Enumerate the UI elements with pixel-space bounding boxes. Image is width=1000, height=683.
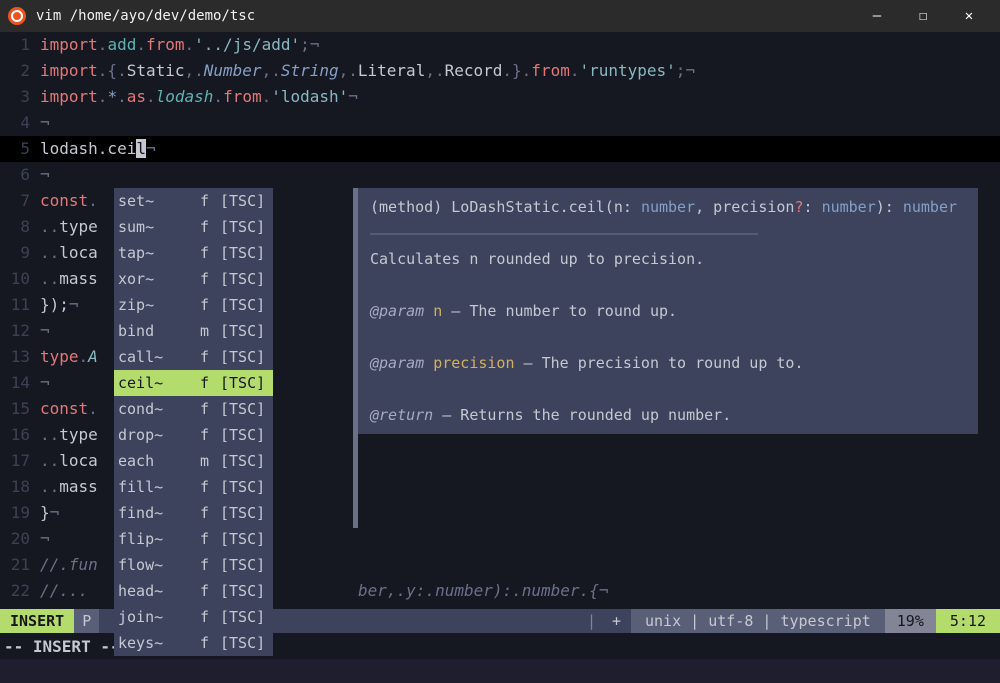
status-mode: INSERT (0, 609, 74, 633)
line-number: 18 (0, 474, 40, 500)
completion-item[interactable]: fill~f[TSC] (114, 474, 273, 500)
completion-item[interactable]: eachm[TSC] (114, 448, 273, 474)
code-line[interactable]: 2import.{.Static,.Number,.String,.Litera… (0, 58, 1000, 84)
trailing-comment: ber,.y:.number):.number.{¬ (358, 578, 608, 604)
status-sep: | (581, 609, 602, 633)
completion-item[interactable]: flow~f[TSC] (114, 552, 273, 578)
minimize-button[interactable]: — (854, 8, 900, 24)
line-number: 1 (0, 32, 40, 58)
status-position: 5:12 (936, 609, 1000, 633)
line-number: 21 (0, 552, 40, 578)
line-number: 19 (0, 500, 40, 526)
completion-item[interactable]: tap~f[TSC] (114, 240, 273, 266)
completion-item[interactable]: keys~f[TSC] (114, 630, 273, 656)
completion-item[interactable]: set~f[TSC] (114, 188, 273, 214)
window-titlebar: vim /home/ayo/dev/demo/tsc — ☐ ✕ (0, 0, 1000, 32)
code-line[interactable]: 4¬ (0, 110, 1000, 136)
doc-description: Calculates n rounded up to precision. (370, 246, 966, 272)
completion-item[interactable]: join~f[TSC] (114, 604, 273, 630)
line-number: 2 (0, 58, 40, 84)
maximize-button[interactable]: ☐ (900, 8, 946, 24)
doc-rule: ————————————————————————————————————————… (370, 220, 966, 246)
status-fileinfo: unix | utf-8 | typescript (631, 609, 885, 633)
status-modified: + (602, 609, 631, 633)
completion-item[interactable]: sum~f[TSC] (114, 214, 273, 240)
status-paste: P (74, 609, 99, 633)
doc-param-1: @param n — The number to round up. (370, 298, 966, 324)
line-number: 7 (0, 188, 40, 214)
line-number: 3 (0, 84, 40, 110)
completion-item[interactable]: bindm[TSC] (114, 318, 273, 344)
ubuntu-icon (8, 7, 26, 25)
line-number: 22 (0, 578, 40, 604)
line-number: 16 (0, 422, 40, 448)
line-number: 20 (0, 526, 40, 552)
completion-item[interactable]: xor~f[TSC] (114, 266, 273, 292)
line-number: 11 (0, 292, 40, 318)
line-number: 10 (0, 266, 40, 292)
code-line[interactable]: 3import.*.as.lodash.from.'lodash'¬ (0, 84, 1000, 110)
close-button[interactable]: ✕ (946, 8, 992, 24)
completion-item[interactable]: flip~f[TSC] (114, 526, 273, 552)
line-number: 8 (0, 214, 40, 240)
code-line[interactable]: 6¬ (0, 162, 1000, 188)
documentation-panel: (method) LoDashStatic.ceil(n: number, pr… (358, 188, 978, 434)
code-line[interactable]: 1import.add.from.'../js/add';¬ (0, 32, 1000, 58)
completion-item[interactable]: head~f[TSC] (114, 578, 273, 604)
completion-item[interactable]: call~f[TSC] (114, 344, 273, 370)
line-number: 13 (0, 344, 40, 370)
completion-item[interactable]: zip~f[TSC] (114, 292, 273, 318)
line-number: 9 (0, 240, 40, 266)
line-number: 17 (0, 448, 40, 474)
doc-signature: (method) LoDashStatic.ceil(n: number, pr… (370, 194, 966, 220)
doc-return: @return — Returns the rounded up number. (370, 402, 966, 428)
line-number: 14 (0, 370, 40, 396)
editor-area[interactable]: 1import.add.from.'../js/add';¬2import.{.… (0, 32, 1000, 659)
line-number: 12 (0, 318, 40, 344)
completion-popup[interactable]: set~f[TSC] sum~f[TSC] tap~f[TSC] xor~f[T… (114, 188, 273, 656)
code-line[interactable]: 5lodash.ceil¬ (0, 136, 1000, 162)
doc-scrollbar[interactable] (353, 188, 358, 528)
window-title: vim /home/ayo/dev/demo/tsc (36, 8, 854, 24)
completion-item[interactable]: cond~f[TSC] (114, 396, 273, 422)
status-percent: 19% (885, 609, 936, 633)
completion-item[interactable]: drop~f[TSC] (114, 422, 273, 448)
line-number: 5 (0, 136, 40, 162)
doc-param-2: @param precision — The precision to roun… (370, 350, 966, 376)
line-number: 15 (0, 396, 40, 422)
completion-item[interactable]: find~f[TSC] (114, 500, 273, 526)
line-number: 6 (0, 162, 40, 188)
completion-item[interactable]: ceil~f[TSC] (114, 370, 273, 396)
line-number: 4 (0, 110, 40, 136)
